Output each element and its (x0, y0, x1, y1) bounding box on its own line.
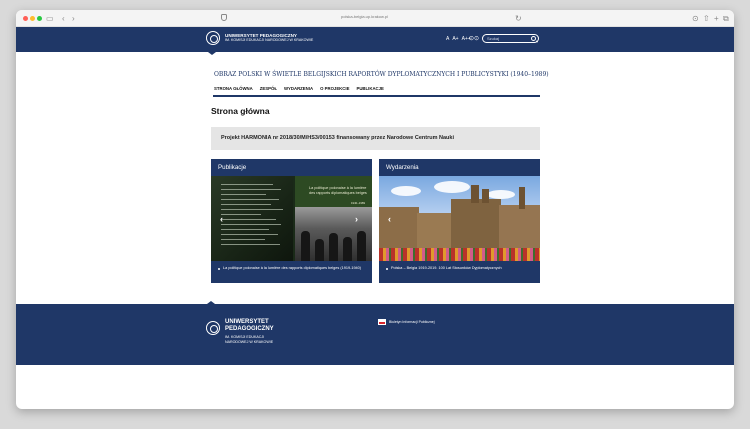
search-icon[interactable] (531, 36, 536, 41)
new-tab-icon[interactable]: + (714, 13, 719, 24)
bip-link[interactable]: Biuletyn Informacji Publicznej (378, 319, 435, 325)
nav-item-team[interactable]: ZESPÓŁ (260, 86, 277, 91)
font-size-normal[interactable]: A (446, 36, 449, 42)
bip-label[interactable]: Biuletyn Informacji Publicznej (389, 320, 435, 324)
publications-card[interactable]: Publikacje La politique polonaise à la l… (211, 159, 372, 283)
events-prev-icon[interactable]: ‹ (388, 214, 391, 224)
header-notch (208, 52, 216, 55)
tabs-overview-icon[interactable]: ⧉ (723, 13, 729, 24)
nav-divider (213, 95, 540, 97)
nav-item-about[interactable]: O PROJEKCIE (320, 86, 349, 91)
logo-line-2: IM. KOMISJI EDUKACJI NARODOWEJ W KRAKOWI… (225, 38, 314, 42)
maximize-window-button[interactable] (37, 16, 42, 21)
close-window-button[interactable] (23, 16, 28, 21)
project-info-box: Projekt HARMONIA nr 2018/30/M/HS3/00153 … (211, 127, 540, 150)
footer-line-4: NARODOWEJ W KRAKOWIE (225, 339, 274, 344)
book-cover-image: La politique polonaise à la lumière des … (295, 176, 372, 261)
site-footer: UNIWERSYTET PEDAGOGICZNY IM. KOMISJI EDU… (16, 301, 734, 365)
university-seal-icon (206, 31, 220, 45)
footer-seal-icon (206, 321, 220, 335)
footer-notch (207, 301, 215, 304)
page-title: Strona główna (211, 106, 270, 116)
book-cover-title: La politique polonaise à la lumière des … (309, 186, 367, 195)
publications-slide-image[interactable]: La politique polonaise à la lumière des … (211, 176, 372, 261)
browser-toolbar: ▭ ‹ › polska-belgia.up.krakow.pl ↻ ⊙ ⇧ +… (16, 10, 734, 27)
events-card-title[interactable]: Wydarzenia (386, 164, 419, 171)
address-bar[interactable]: polska-belgia.up.krakow.pl (341, 14, 388, 19)
book-cover-years: 1940–1989 (351, 201, 365, 205)
forward-arrow-icon[interactable]: › (72, 13, 75, 24)
privacy-shield-icon[interactable] (221, 14, 227, 21)
archival-photo (295, 207, 372, 261)
footer-line-1: UNIWERSYTET (225, 319, 269, 325)
back-arrow-icon[interactable]: ‹ (62, 13, 65, 24)
minimize-window-button[interactable] (30, 16, 35, 21)
publications-next-icon[interactable]: › (355, 214, 358, 224)
publications-card-title[interactable]: Publikacje (218, 164, 246, 171)
manuscript-image (211, 176, 293, 261)
publications-caption-link[interactable]: La politique polonaise à la lumière des … (223, 266, 363, 271)
browser-window: ▭ ‹ › polska-belgia.up.krakow.pl ↻ ⊙ ⇧ +… (16, 10, 734, 409)
search-input[interactable]: Szukaj (482, 34, 539, 43)
flower-carpet (379, 248, 540, 261)
university-logo[interactable]: UNIWERSYTET PEDAGOGICZNY IM. KOMISJI EDU… (206, 31, 313, 45)
events-slide-image[interactable]: ‹ (379, 176, 540, 261)
contrast-glasses-icon[interactable]: ⊙⊙ (469, 35, 479, 42)
nav-item-home[interactable]: STRONA GŁÓWNA (214, 86, 253, 91)
project-title: OBRAZ POLSKI W ŚWIETLE BELGIJSKICH RAPOR… (214, 71, 549, 78)
site-header: UNIWERSYTET PEDAGOGICZNY IM. KOMISJI EDU… (16, 27, 734, 55)
project-info-text: Projekt HARMONIA nr 2018/30/M/HS3/00153 … (221, 135, 455, 141)
footer-line-2: PEDAGOGICZNY (225, 326, 274, 332)
publications-prev-icon[interactable]: ‹ (220, 214, 223, 224)
bip-flag-icon (378, 319, 386, 325)
nav-item-events[interactable]: WYDARZENIA (284, 86, 313, 91)
sidebar-toggle-icon[interactable]: ▭ (46, 13, 54, 24)
font-size-large[interactable]: A+ (452, 36, 458, 42)
reload-icon[interactable]: ↻ (515, 13, 522, 24)
footer-university-logo[interactable]: UNIWERSYTET PEDAGOGICZNY IM. KOMISJI EDU… (206, 319, 274, 344)
search-placeholder: Szukaj (487, 36, 500, 41)
share-icon[interactable]: ⇧ (703, 13, 710, 24)
nav-item-publications[interactable]: PUBLIKACJE (356, 86, 383, 91)
download-icon[interactable]: ⊙ (692, 13, 699, 24)
bullet-icon (218, 268, 220, 270)
events-card[interactable]: Wydarzenia ‹ Polska – Belgia 1919-2019. … (379, 159, 540, 283)
events-caption-link[interactable]: Polska – Belgia 1919-2019. 100 Lat Stosu… (391, 266, 531, 271)
main-navigation: STRONA GŁÓWNA ZESPÓŁ WYDARZENIA O PROJEK… (214, 86, 391, 91)
bullet-icon (386, 268, 388, 270)
